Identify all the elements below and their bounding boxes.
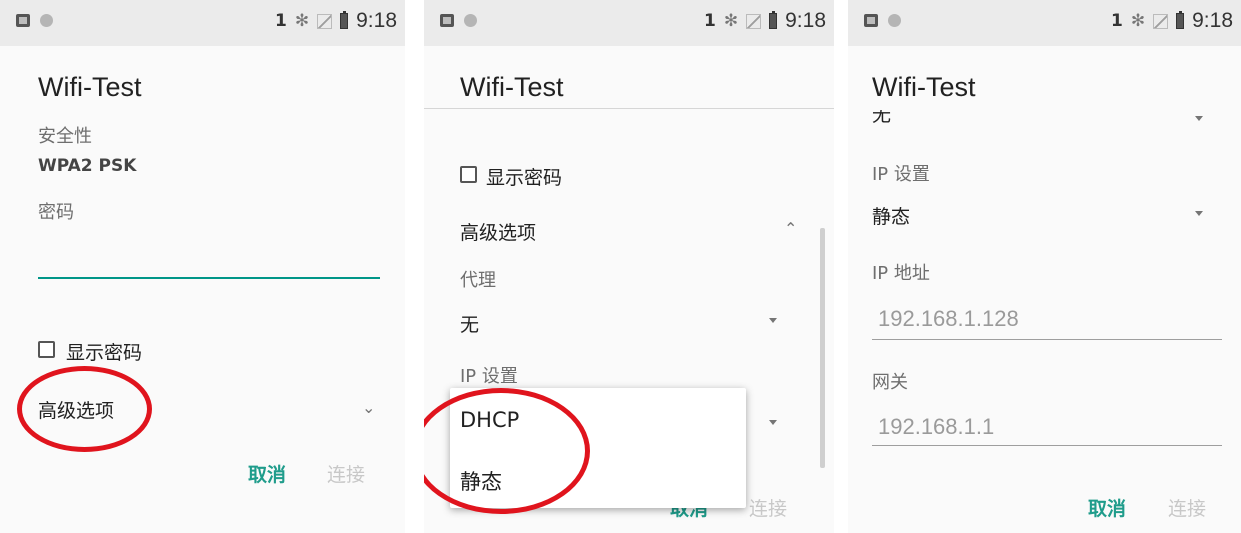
title-divider <box>424 108 834 109</box>
status-bar: 1 ✻ 9:18 <box>848 0 1241 46</box>
status-bar: 1 ✻ 9:18 <box>424 0 834 46</box>
ip-address-label: IP 地址 <box>872 263 930 284</box>
proxy-value[interactable]: 无 <box>460 310 479 337</box>
security-label: 安全性 <box>38 126 92 147</box>
status-bar: 1 ✻ 9:18 <box>0 0 405 46</box>
dialog-title: Wifi-Test <box>460 72 564 102</box>
photo-icon <box>440 14 454 27</box>
connect-button[interactable]: 连接 <box>1168 494 1206 521</box>
wifi-off-icon <box>317 13 333 29</box>
ip-settings-label: IP 设置 <box>872 164 930 185</box>
password-underline <box>38 277 380 279</box>
clock: 9:18 <box>356 9 397 32</box>
dropdown-arrow-icon[interactable] <box>769 420 777 425</box>
circle-icon <box>464 14 477 27</box>
scrollbar[interactable] <box>820 228 825 468</box>
screen-wifi-dialog-collapsed: 1 ✻ 9:18 Wifi-Test 安全性 WPA2 PSK 密码 显示密码 … <box>0 0 405 533</box>
ip-address-underline <box>872 339 1222 340</box>
connect-button[interactable]: 连接 <box>327 460 365 487</box>
show-password-checkbox[interactable] <box>38 341 55 358</box>
security-value: WPA2 PSK <box>38 156 137 176</box>
gateway-underline <box>872 445 1222 446</box>
dropdown-arrow-icon[interactable] <box>1195 211 1203 216</box>
battery-icon <box>1176 11 1185 29</box>
cancel-button[interactable]: 取消 <box>1088 494 1126 521</box>
screen-wifi-dialog-static-ip: 1 ✻ 9:18 无 Wifi-Test IP 设置 静态 IP 地址 192.… <box>848 0 1241 533</box>
screen-wifi-dialog-ip-dropdown: 1 ✻ 9:18 Wifi-Test 显示密码 高级选项 ⌃ 代理 无 IP 设… <box>424 0 834 533</box>
sim-indicator: 1 <box>704 11 716 31</box>
show-password-label: 显示密码 <box>486 167 563 189</box>
wifi-off-icon <box>1153 13 1169 29</box>
photo-icon <box>16 14 30 27</box>
chevron-up-icon[interactable]: ⌃ <box>784 219 797 238</box>
bluetooth-icon: ✻ <box>294 11 310 31</box>
sim-indicator: 1 <box>275 11 287 31</box>
clock: 9:18 <box>785 9 826 32</box>
ip-settings-label: IP 设置 <box>460 366 518 387</box>
battery-icon <box>340 11 349 29</box>
password-field[interactable] <box>38 232 380 278</box>
chevron-down-icon[interactable]: ⌄ <box>362 398 375 417</box>
dropdown-arrow-icon[interactable] <box>769 318 777 323</box>
circle-icon <box>40 14 53 27</box>
battery-icon <box>769 11 778 29</box>
photo-icon <box>864 14 878 27</box>
circle-icon <box>888 14 901 27</box>
advanced-options-toggle[interactable]: 高级选项 <box>460 218 536 245</box>
sim-indicator: 1 <box>1111 11 1123 31</box>
bluetooth-icon: ✻ <box>723 11 739 31</box>
wifi-off-icon <box>746 13 762 29</box>
cancel-button[interactable]: 取消 <box>248 460 286 487</box>
gateway-label: 网关 <box>872 372 908 393</box>
highlight-ring <box>17 366 152 452</box>
show-password-label: 显示密码 <box>66 342 143 364</box>
connect-button[interactable]: 连接 <box>749 494 787 521</box>
show-password-checkbox[interactable] <box>460 166 477 183</box>
gateway-field[interactable]: 192.168.1.1 <box>878 414 994 440</box>
dropdown-arrow-icon[interactable] <box>1195 116 1203 121</box>
ip-settings-value[interactable]: 静态 <box>872 202 910 229</box>
clock: 9:18 <box>1192 9 1233 32</box>
dialog-title: Wifi-Test <box>38 72 142 102</box>
bluetooth-icon: ✻ <box>1130 11 1146 31</box>
dialog-title: Wifi-Test <box>872 72 976 102</box>
proxy-label: 代理 <box>460 270 496 291</box>
ip-address-field[interactable]: 192.168.1.128 <box>878 306 1019 332</box>
password-label: 密码 <box>38 202 74 223</box>
